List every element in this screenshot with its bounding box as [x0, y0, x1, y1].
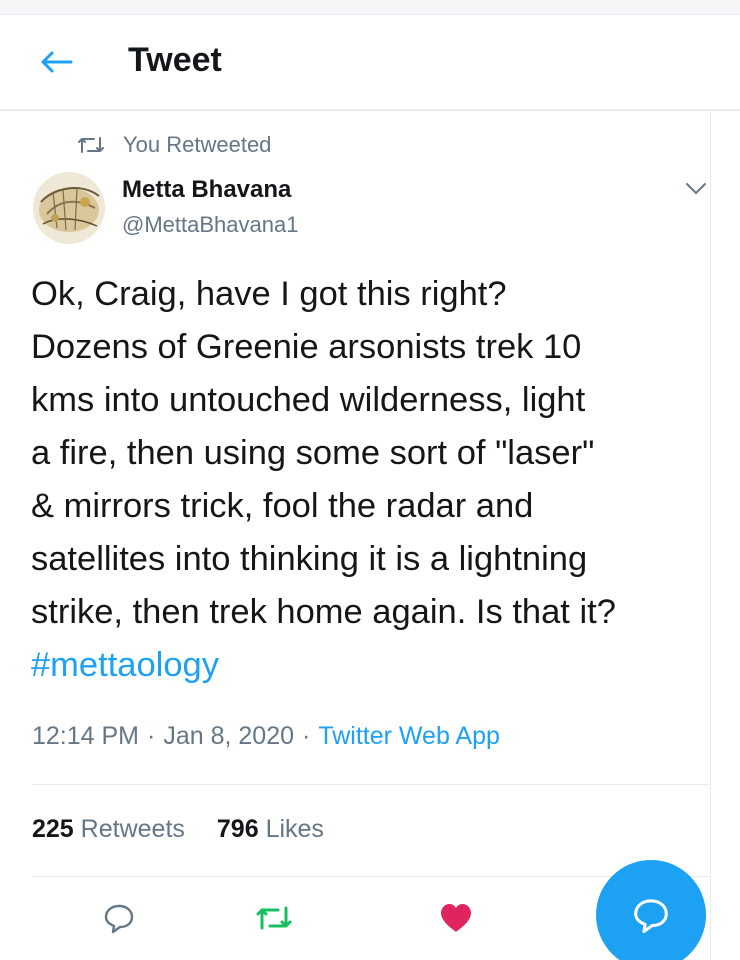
tweet-time: 12:14 PM — [32, 722, 140, 750]
header-bar: Tweet — [0, 15, 740, 111]
author-handle[interactable]: @MettaBhavana1 — [122, 212, 298, 238]
retweets-label: Retweets — [80, 815, 185, 843]
back-button[interactable] — [34, 45, 78, 79]
divider — [32, 876, 710, 877]
compose-reply-icon — [634, 899, 668, 933]
hashtag-link[interactable]: #mettaology — [31, 646, 219, 684]
tweet-menu-button[interactable] — [682, 176, 710, 200]
compose-reply-button[interactable] — [596, 860, 706, 960]
retweets-stat[interactable]: 225 Retweets — [32, 815, 185, 843]
heart-icon — [441, 904, 471, 932]
reply-icon — [104, 904, 134, 934]
chevron-down-icon — [686, 183, 706, 194]
avatar-image — [33, 172, 105, 244]
retweet-icon — [256, 906, 292, 930]
status-strip — [0, 0, 740, 15]
likes-label: Likes — [265, 815, 324, 843]
arrow-left-icon — [41, 51, 73, 73]
tweet-metadata: 12:14 PM · Jan 8, 2020 · Twitter Web App — [32, 722, 500, 751]
author-name[interactable]: Metta Bhavana — [122, 176, 291, 204]
page-title: Tweet — [128, 41, 222, 79]
retweets-count: 225 — [32, 815, 74, 843]
retweeted-label: You Retweeted — [123, 132, 272, 157]
like-button[interactable] — [432, 894, 480, 942]
reply-button[interactable] — [95, 894, 143, 942]
meta-separator: · — [147, 722, 156, 750]
avatar[interactable] — [33, 172, 105, 244]
retweet-icon — [78, 137, 104, 153]
tweet-source-link[interactable]: Twitter Web App — [318, 722, 500, 750]
divider — [32, 784, 710, 785]
social-context: You Retweeted — [77, 130, 271, 160]
tweet-detail-page: Tweet You Retweeted Metta Bhavana @Metta… — [0, 0, 740, 960]
tweet-stats: 225 Retweets 796 Likes — [32, 815, 324, 844]
column-divider — [710, 110, 711, 960]
tweet-text: Ok, Craig, have I got this right? Dozens… — [31, 275, 616, 631]
retweet-button[interactable] — [250, 894, 298, 942]
likes-stat[interactable]: 796 Likes — [217, 815, 324, 843]
meta-separator: · — [302, 722, 311, 750]
tweet-date: Jan 8, 2020 — [163, 722, 295, 750]
likes-count: 796 — [216, 815, 259, 843]
tweet-body: Ok, Craig, have I got this right? Dozens… — [31, 268, 701, 692]
